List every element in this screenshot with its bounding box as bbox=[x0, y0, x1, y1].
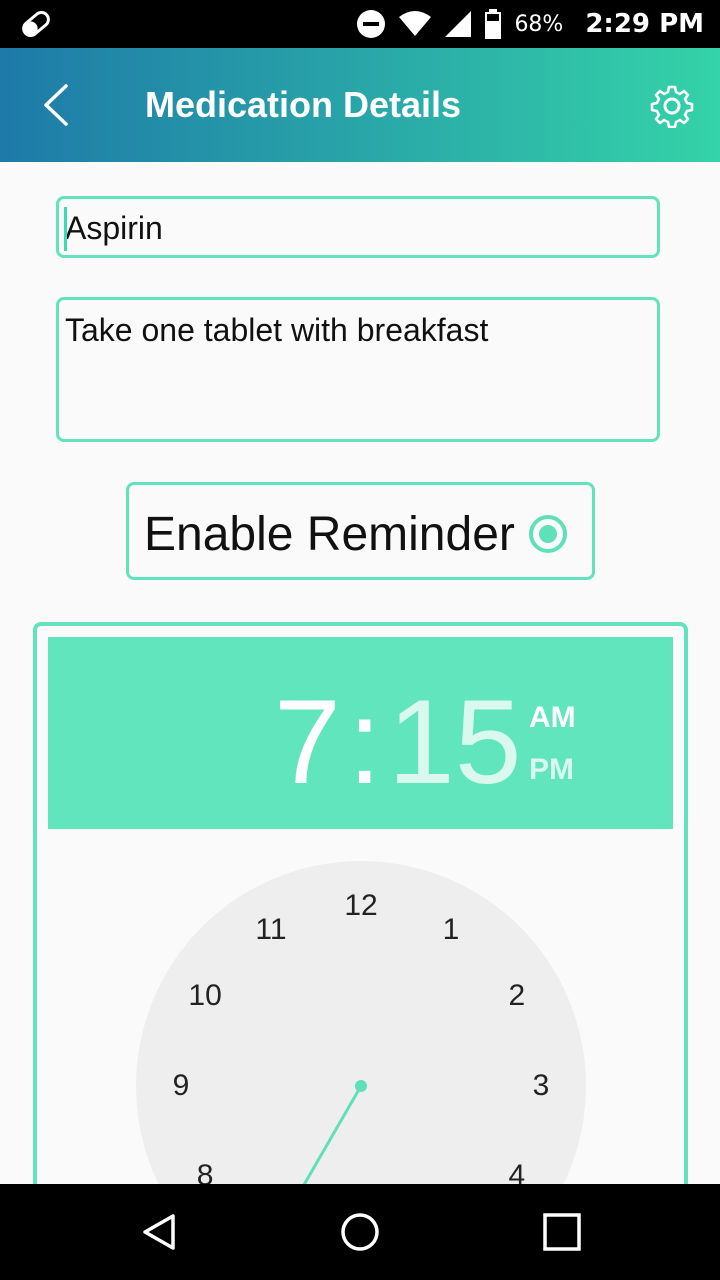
pm-toggle[interactable]: PM bbox=[529, 753, 574, 787]
dial-number-2[interactable]: 2 bbox=[509, 979, 526, 1013]
enable-reminder-toggle[interactable]: Enable Reminder bbox=[126, 482, 595, 580]
home-circle-icon[interactable] bbox=[340, 1212, 380, 1252]
medication-name-input[interactable]: Aspirin bbox=[56, 196, 660, 258]
time-picker-header: 7 : 15 AM PM bbox=[48, 637, 673, 829]
medication-notes-value: Take one tablet with breakfast bbox=[65, 312, 489, 348]
dial-number-10[interactable]: 10 bbox=[188, 979, 221, 1013]
gear-icon[interactable] bbox=[650, 84, 694, 128]
dial-number-9[interactable]: 9 bbox=[173, 1069, 190, 1103]
pill-notification-icon bbox=[22, 11, 50, 37]
minute-display[interactable]: 15 bbox=[388, 673, 521, 811]
back-arrow-icon[interactable] bbox=[38, 82, 78, 128]
dial-number-12[interactable]: 12 bbox=[344, 889, 377, 923]
status-time: 2:29 PM bbox=[585, 9, 704, 39]
hour-display[interactable]: 7 bbox=[274, 673, 341, 811]
wifi-icon bbox=[399, 11, 432, 36]
medication-notes-input[interactable]: Take one tablet with breakfast bbox=[56, 297, 660, 442]
medication-name-value: Aspirin bbox=[65, 210, 163, 246]
navigation-bar bbox=[0, 1184, 720, 1280]
page-title: Medication Details bbox=[145, 84, 462, 125]
text-cursor bbox=[64, 207, 67, 251]
am-toggle[interactable]: AM bbox=[529, 701, 576, 735]
battery-percent: 68% bbox=[514, 11, 564, 37]
status-bar: 68% 2:29 PM bbox=[0, 0, 720, 48]
clock-dial[interactable]: 121234567891011 bbox=[136, 861, 586, 1218]
do-not-disturb-icon bbox=[357, 10, 386, 38]
back-triangle-icon[interactable] bbox=[140, 1212, 180, 1252]
time-separator: : bbox=[348, 675, 382, 809]
dial-number-1[interactable]: 1 bbox=[443, 913, 460, 947]
enable-reminder-label: Enable Reminder bbox=[144, 508, 515, 561]
time-picker: 7 : 15 AM PM 121234567891011 bbox=[33, 622, 688, 1222]
recents-square-icon[interactable] bbox=[542, 1212, 582, 1252]
app-bar: Medication Details bbox=[0, 48, 720, 162]
signal-icon bbox=[445, 11, 472, 37]
dial-number-11[interactable]: 11 bbox=[255, 913, 286, 947]
dial-number-3[interactable]: 3 bbox=[533, 1069, 550, 1103]
reminder-radio-button[interactable] bbox=[529, 515, 567, 553]
battery-icon bbox=[485, 9, 502, 39]
